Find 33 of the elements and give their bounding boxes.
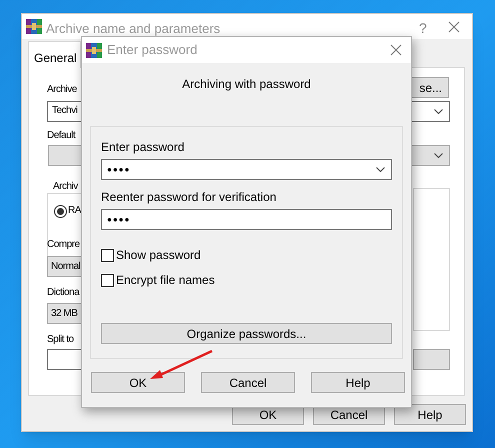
dialog-button[interactable]: Help (311, 372, 405, 393)
field-label: Dictiona (47, 287, 80, 299)
field-label: Archive (47, 84, 77, 96)
close-icon[interactable] (448, 21, 460, 33)
dialog-heading: Archiving with password (182, 76, 311, 93)
dialog-button[interactable]: Help (394, 404, 466, 425)
checkbox-label: Encrypt file names (116, 272, 215, 289)
dialog-button[interactable]: Cancel (201, 372, 295, 393)
app-icon (26, 19, 42, 34)
annotation-arrow (148, 349, 214, 381)
dialog-title: Enter password (107, 41, 198, 60)
radio-label: RA (68, 205, 81, 217)
help-button[interactable]: ? (419, 18, 427, 39)
chevron-icon (434, 153, 443, 159)
organize-passwords-button[interactable]: Organize passwords... (101, 323, 392, 344)
window-title: Archive name and parameters (46, 20, 220, 38)
field-label: Compre (47, 239, 80, 251)
dropdown[interactable] (413, 349, 450, 370)
checkbox-label: Show password (116, 247, 201, 264)
field-label: Default (47, 130, 76, 142)
tab[interactable]: General (28, 41, 81, 68)
chevron-icon (376, 167, 385, 173)
checkbox[interactable] (101, 274, 114, 286)
dialog-button[interactable]: OK (91, 372, 185, 393)
chevron-icon (434, 109, 443, 115)
password-field[interactable]: ●●●● (101, 159, 392, 180)
field-label: Enter password (101, 139, 186, 156)
field-label: Reenter password for verification (101, 189, 278, 206)
checkbox[interactable] (101, 248, 114, 262)
password-field[interactable]: ●●●● (101, 209, 392, 230)
field-label: Split to (47, 334, 74, 346)
app-icon (86, 42, 102, 58)
close-icon[interactable] (390, 44, 402, 56)
